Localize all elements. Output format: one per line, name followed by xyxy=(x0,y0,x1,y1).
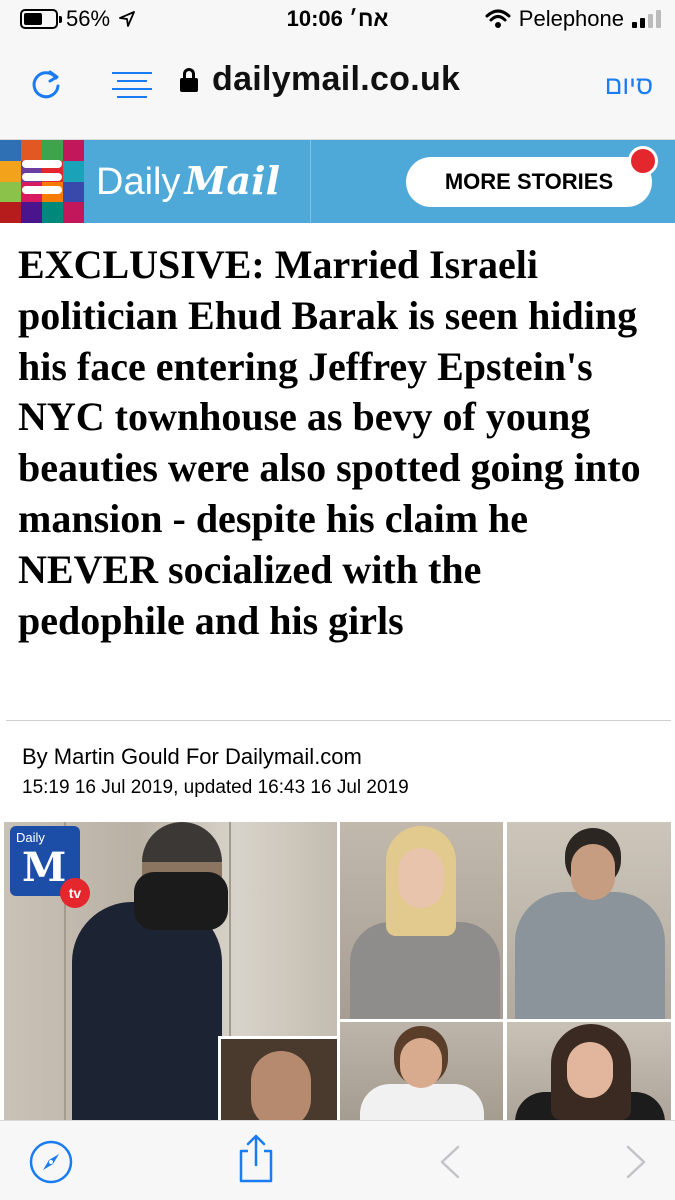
signal-icon xyxy=(632,10,661,28)
compass-icon[interactable] xyxy=(28,1139,74,1185)
logo-daily: Daily xyxy=(96,161,181,203)
back-arrow-icon[interactable] xyxy=(438,1145,462,1179)
menu-icon[interactable] xyxy=(22,160,62,202)
forward-arrow-icon[interactable] xyxy=(624,1145,648,1179)
dmtv-m: M xyxy=(22,844,67,891)
reader-icon[interactable] xyxy=(112,72,152,100)
photo-woman-3[interactable] xyxy=(340,1022,503,1120)
site-header: Daily Mail MORE STORIES xyxy=(0,140,675,223)
logo-mail: Mail xyxy=(184,158,281,203)
header-divider xyxy=(310,140,311,223)
url-field[interactable]: dailymail.co.uk xyxy=(180,60,460,99)
status-bar: 56% אח׳ 10:06 Pelephone xyxy=(0,0,675,38)
daily-mail-logo[interactable]: Daily Mail xyxy=(96,158,280,204)
article-dateline: 15:19 16 Jul 2019, updated 16:43 16 Jul … xyxy=(22,777,409,798)
share-icon[interactable] xyxy=(238,1133,274,1185)
photo-woman-4[interactable] xyxy=(507,1022,671,1120)
dmtv-daily: Daily xyxy=(16,830,45,845)
address-bar: dailymail.co.uk סיום xyxy=(0,38,675,140)
divider xyxy=(6,720,671,721)
carrier-name: Pelephone xyxy=(518,6,624,31)
article-headline: EXCLUSIVE: Married Israeli politician Eh… xyxy=(18,242,641,643)
article-byline[interactable]: By Martin Gould For Dailymail.com xyxy=(22,744,362,770)
wifi-icon xyxy=(485,9,511,28)
dmtv-tv: tv xyxy=(60,878,90,908)
notification-dot-icon xyxy=(628,146,658,176)
status-right: Pelephone xyxy=(485,6,661,32)
lock-icon xyxy=(180,67,198,92)
more-stories-button[interactable]: MORE STORIES xyxy=(406,157,652,207)
daily-mail-tv-icon[interactable]: Daily M tv xyxy=(10,826,90,908)
browser-toolbar xyxy=(0,1120,675,1200)
url-domain: dailymail.co.uk xyxy=(212,60,461,98)
photo-woman-2[interactable] xyxy=(507,822,671,1019)
article-photo-collage[interactable]: Daily M tv xyxy=(0,820,675,1120)
photo-woman-1[interactable] xyxy=(340,822,503,1019)
photo-inset xyxy=(218,1036,337,1120)
reload-icon[interactable] xyxy=(28,66,64,102)
done-button[interactable]: סיום xyxy=(605,70,653,101)
photo-main[interactable]: Daily M tv xyxy=(4,822,337,1120)
